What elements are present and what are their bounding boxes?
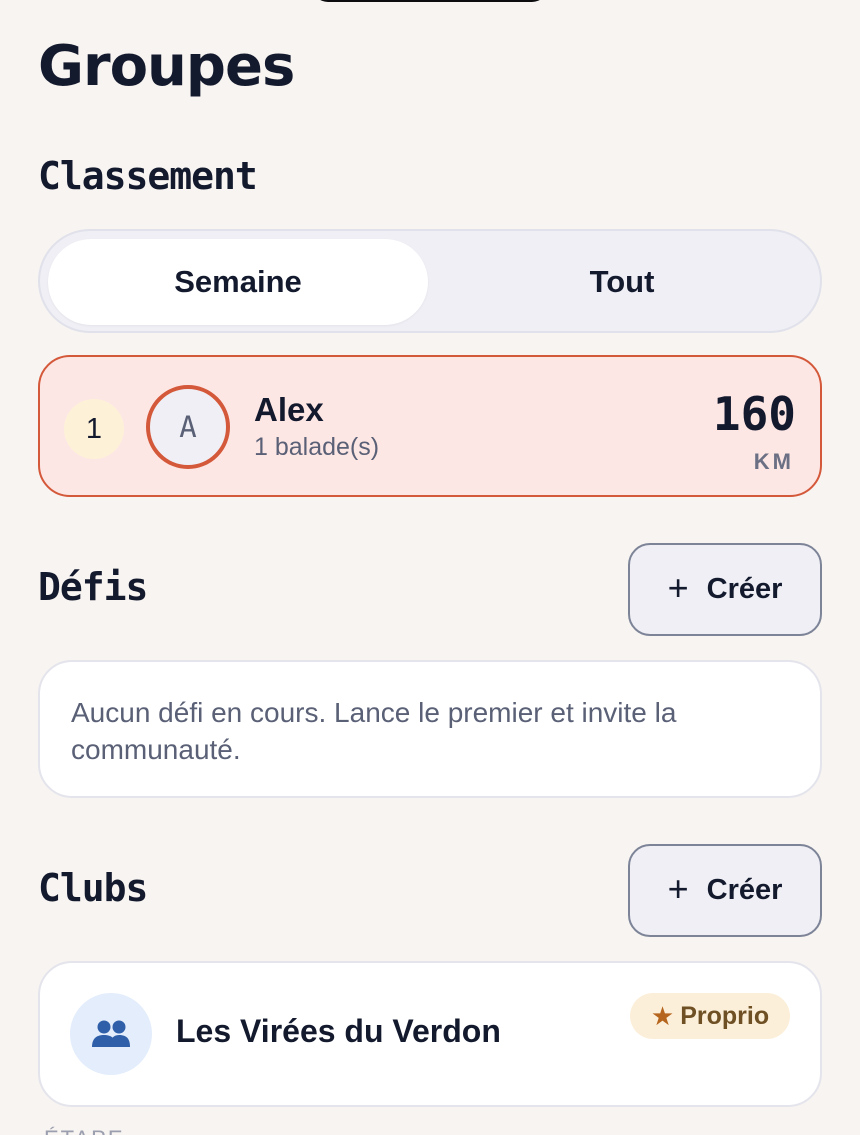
create-challenge-label: Créer bbox=[706, 573, 783, 605]
leaderboard-distance-value: 160 bbox=[712, 387, 796, 441]
next-section-label: ÉTAPE bbox=[44, 1126, 125, 1135]
challenges-section-title: Défis bbox=[38, 565, 148, 609]
tab-week[interactable]: Semaine bbox=[48, 239, 428, 325]
leaderboard-distance-unit: KM bbox=[753, 449, 794, 474]
avatar: A bbox=[146, 385, 230, 469]
owner-badge: ★ Proprio bbox=[630, 993, 790, 1039]
leaderboard-row[interactable]: 1 A Alex 1 balade(s) 160 KM bbox=[38, 355, 822, 497]
tab-all[interactable]: Tout bbox=[432, 239, 812, 325]
leaderboard-period-toggle: Semaine Tout bbox=[38, 229, 822, 333]
create-club-button[interactable]: + Créer bbox=[628, 844, 822, 937]
groups-screen: Groupes Classement Semaine Tout 1 A Alex… bbox=[0, 0, 860, 1135]
star-icon: ★ bbox=[650, 1000, 675, 1031]
device-notch bbox=[312, 0, 548, 2]
create-club-label: Créer bbox=[706, 874, 783, 906]
plus-icon: + bbox=[667, 867, 689, 909]
create-challenge-button[interactable]: + Créer bbox=[628, 543, 822, 636]
clubs-section-title: Clubs bbox=[38, 866, 148, 910]
group-icon bbox=[70, 993, 152, 1075]
owner-badge-label: Proprio bbox=[680, 1001, 770, 1030]
leaderboard-name: Alex bbox=[254, 391, 324, 428]
rank-badge: 1 bbox=[64, 399, 124, 459]
club-list-item[interactable]: Les Virées du Verdon ★ Proprio bbox=[38, 961, 822, 1107]
club-name: Les Virées du Verdon bbox=[176, 1013, 501, 1049]
empty-state-text: Aucun défi en cours. Lance le premier et… bbox=[71, 697, 677, 765]
page-title: Groupes bbox=[38, 34, 295, 99]
leaderboard-ride-count: 1 balade(s) bbox=[254, 433, 380, 461]
leaderboard-section-title: Classement bbox=[38, 154, 258, 198]
challenges-empty-state: Aucun défi en cours. Lance le premier et… bbox=[38, 660, 822, 798]
plus-icon: + bbox=[667, 566, 689, 608]
